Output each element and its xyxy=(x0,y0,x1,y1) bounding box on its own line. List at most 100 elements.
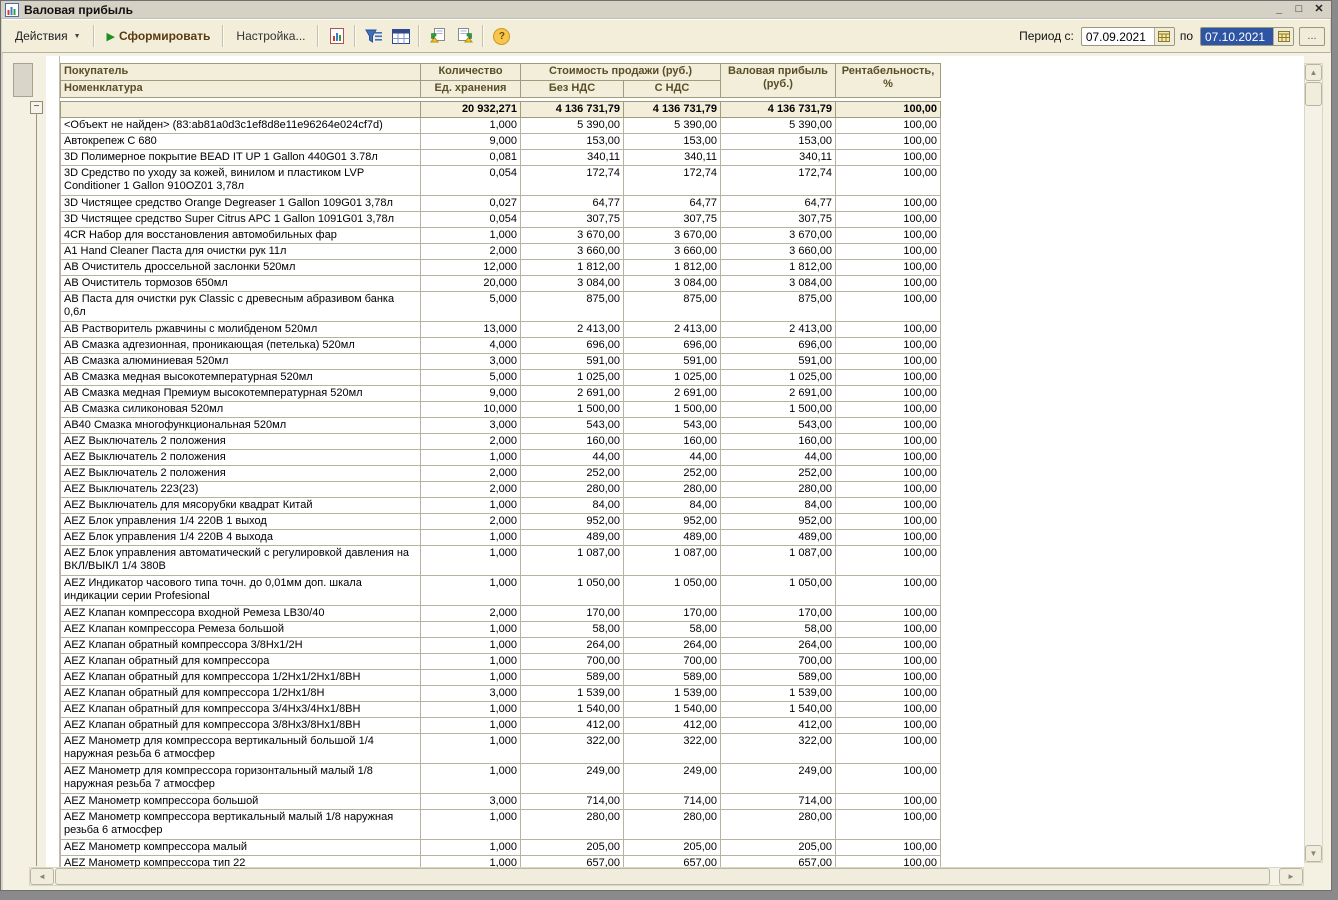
cell-value[interactable]: 875,00 xyxy=(721,292,836,322)
cell-value[interactable]: 589,00 xyxy=(624,670,721,686)
cell-nomenclature[interactable]: AEZ Блок управления 1/4 220В 1 выход xyxy=(61,514,421,530)
cell-value[interactable]: 543,00 xyxy=(521,418,624,434)
cell-value[interactable]: 714,00 xyxy=(721,794,836,810)
table-row[interactable]: AEZ Клапан обратный для компрессора 1/2H… xyxy=(61,670,941,686)
cell-nomenclature[interactable]: 4CR Набор для восстановления автомобильн… xyxy=(61,228,421,244)
cell-nomenclature[interactable]: AEZ Клапан компрессора входной Ремеза LB… xyxy=(61,606,421,622)
cell-nomenclature[interactable]: AEZ Клапан обратный для компрессора 1/2H… xyxy=(61,686,421,702)
cell-value[interactable]: 1 500,00 xyxy=(521,402,624,418)
settings-button[interactable]: Настройка... xyxy=(228,25,313,47)
cell-value[interactable]: 100,00 xyxy=(836,386,941,402)
cell-value[interactable]: 64,77 xyxy=(624,196,721,212)
cell-value[interactable]: 1,000 xyxy=(421,576,521,606)
cell-value[interactable]: 1,000 xyxy=(421,810,521,840)
period-more-button[interactable]: ... xyxy=(1299,27,1325,46)
table-row[interactable]: АВ Смазка силиконовая 520мл10,0001 500,0… xyxy=(61,402,941,418)
cell-value[interactable]: 100,00 xyxy=(836,856,941,868)
cell-value[interactable]: 64,77 xyxy=(721,196,836,212)
table-row[interactable]: АВ Смазка медная Премиум высокотемперату… xyxy=(61,386,941,402)
cell-value[interactable]: 952,00 xyxy=(624,514,721,530)
cell-value[interactable]: 264,00 xyxy=(521,638,624,654)
scroll-left-icon[interactable]: ◄ xyxy=(30,868,54,885)
cell-value[interactable]: 100,00 xyxy=(836,292,941,322)
table-row[interactable]: AEZ Манометр компрессора большой3,000714… xyxy=(61,794,941,810)
cell-value[interactable]: 2,000 xyxy=(421,606,521,622)
cell-nomenclature[interactable]: АВ Смазка силиконовая 520мл xyxy=(61,402,421,418)
cell-value[interactable]: 1,000 xyxy=(421,670,521,686)
table-row[interactable]: 3D Полимерное покрытие BEAD IT UP 1 Gall… xyxy=(61,150,941,166)
header-with-vat[interactable]: С НДС xyxy=(624,81,721,98)
cell-value[interactable]: 100,00 xyxy=(836,450,941,466)
table-row[interactable]: AEZ Выключатель 2 положения2,000160,0016… xyxy=(61,434,941,450)
cell-value[interactable]: 100,00 xyxy=(836,244,941,260)
cell-value[interactable]: 252,00 xyxy=(521,466,624,482)
cell-value[interactable]: 172,74 xyxy=(721,166,836,196)
cell-nomenclature[interactable]: АВ Смазка алюминиевая 520мл xyxy=(61,354,421,370)
cell-value[interactable]: 3,000 xyxy=(421,354,521,370)
cell-total-with-vat[interactable]: 4 136 731,79 xyxy=(624,102,721,118)
cell-value[interactable]: 100,00 xyxy=(836,840,941,856)
cell-value[interactable]: 5 390,00 xyxy=(521,118,624,134)
cell-value[interactable]: 1 539,00 xyxy=(624,686,721,702)
table-row[interactable]: AEZ Клапан обратный для компрессора1,000… xyxy=(61,654,941,670)
cell-value[interactable]: 100,00 xyxy=(836,118,941,134)
total-row[interactable]: 20 932,271 4 136 731,79 4 136 731,79 4 1… xyxy=(61,102,941,118)
cell-value[interactable]: 13,000 xyxy=(421,322,521,338)
header-quantity[interactable]: Количество xyxy=(421,64,521,81)
cell-value[interactable]: 700,00 xyxy=(521,654,624,670)
cell-nomenclature[interactable]: AEZ Блок управления 1/4 220В 4 выхода xyxy=(61,530,421,546)
cell-value[interactable]: 340,11 xyxy=(721,150,836,166)
cell-value[interactable]: 2 413,00 xyxy=(624,322,721,338)
cell-value[interactable]: 1,000 xyxy=(421,638,521,654)
cell-value[interactable]: 153,00 xyxy=(521,134,624,150)
cell-value[interactable]: 1,000 xyxy=(421,764,521,794)
cell-value[interactable]: 1,000 xyxy=(421,702,521,718)
cell-value[interactable]: 696,00 xyxy=(624,338,721,354)
cell-value[interactable]: 1 087,00 xyxy=(721,546,836,576)
cell-value[interactable]: 589,00 xyxy=(721,670,836,686)
cell-value[interactable]: 44,00 xyxy=(721,450,836,466)
cell-value[interactable]: 1 087,00 xyxy=(624,546,721,576)
header-storage-unit[interactable]: Ед. хранения xyxy=(421,81,521,98)
cell-nomenclature[interactable]: AEZ Выключатель 223(23) xyxy=(61,482,421,498)
cell-value[interactable]: 100,00 xyxy=(836,670,941,686)
cell-value[interactable]: 1,000 xyxy=(421,498,521,514)
cell-nomenclature[interactable]: АВ Растворитель ржавчины с молибденом 52… xyxy=(61,322,421,338)
actions-button[interactable]: Действия ▼ xyxy=(7,25,89,47)
table-row[interactable]: AEZ Выключатель для мясорубки квадрат Ки… xyxy=(61,498,941,514)
cell-value[interactable]: 1,000 xyxy=(421,228,521,244)
cell-value[interactable]: 12,000 xyxy=(421,260,521,276)
table-row[interactable]: AEZ Клапан обратный для компрессора 3/4H… xyxy=(61,702,941,718)
cell-nomenclature[interactable]: АВ Смазка медная высокотемпературная 520… xyxy=(61,370,421,386)
table-row[interactable]: АВ Смазка адгезионная, проникающая (пете… xyxy=(61,338,941,354)
cell-nomenclature[interactable]: 3D Полимерное покрытие BEAD IT UP 1 Gall… xyxy=(61,150,421,166)
cell-value[interactable]: 3,000 xyxy=(421,686,521,702)
cell-value[interactable]: 153,00 xyxy=(721,134,836,150)
cell-value[interactable]: 1 540,00 xyxy=(521,702,624,718)
cell-value[interactable]: 100,00 xyxy=(836,498,941,514)
cell-value[interactable]: 1 500,00 xyxy=(721,402,836,418)
scroll-right-icon[interactable]: ► xyxy=(1279,868,1303,885)
cell-value[interactable]: 205,00 xyxy=(721,840,836,856)
cell-value[interactable]: 1 050,00 xyxy=(624,576,721,606)
cell-value[interactable]: 2 413,00 xyxy=(521,322,624,338)
cell-value[interactable]: 280,00 xyxy=(521,810,624,840)
cell-total-profit[interactable]: 4 136 731,79 xyxy=(721,102,836,118)
table-row[interactable]: 3D Средство по уходу за кожей, винилом и… xyxy=(61,166,941,196)
cell-value[interactable]: 100,00 xyxy=(836,686,941,702)
vertical-scrollbar[interactable]: ▲ ▼ xyxy=(1304,63,1323,863)
cell-value[interactable]: 58,00 xyxy=(521,622,624,638)
cell-value[interactable]: 2 691,00 xyxy=(624,386,721,402)
cell-value[interactable]: 875,00 xyxy=(521,292,624,322)
scroll-down-icon[interactable]: ▼ xyxy=(1305,845,1322,862)
cell-value[interactable]: 3,000 xyxy=(421,794,521,810)
cell-value[interactable]: 3 670,00 xyxy=(521,228,624,244)
cell-value[interactable]: 160,00 xyxy=(721,434,836,450)
table-row[interactable]: AEZ Клапан обратный компрессора 3/8Hx1/2… xyxy=(61,638,941,654)
cell-value[interactable]: 100,00 xyxy=(836,276,941,292)
cell-value[interactable]: 84,00 xyxy=(624,498,721,514)
cell-value[interactable]: 9,000 xyxy=(421,386,521,402)
cell-value[interactable]: 100,00 xyxy=(836,530,941,546)
table-row[interactable]: AEZ Клапан обратный для компрессора 1/2H… xyxy=(61,686,941,702)
cell-value[interactable]: 280,00 xyxy=(721,810,836,840)
